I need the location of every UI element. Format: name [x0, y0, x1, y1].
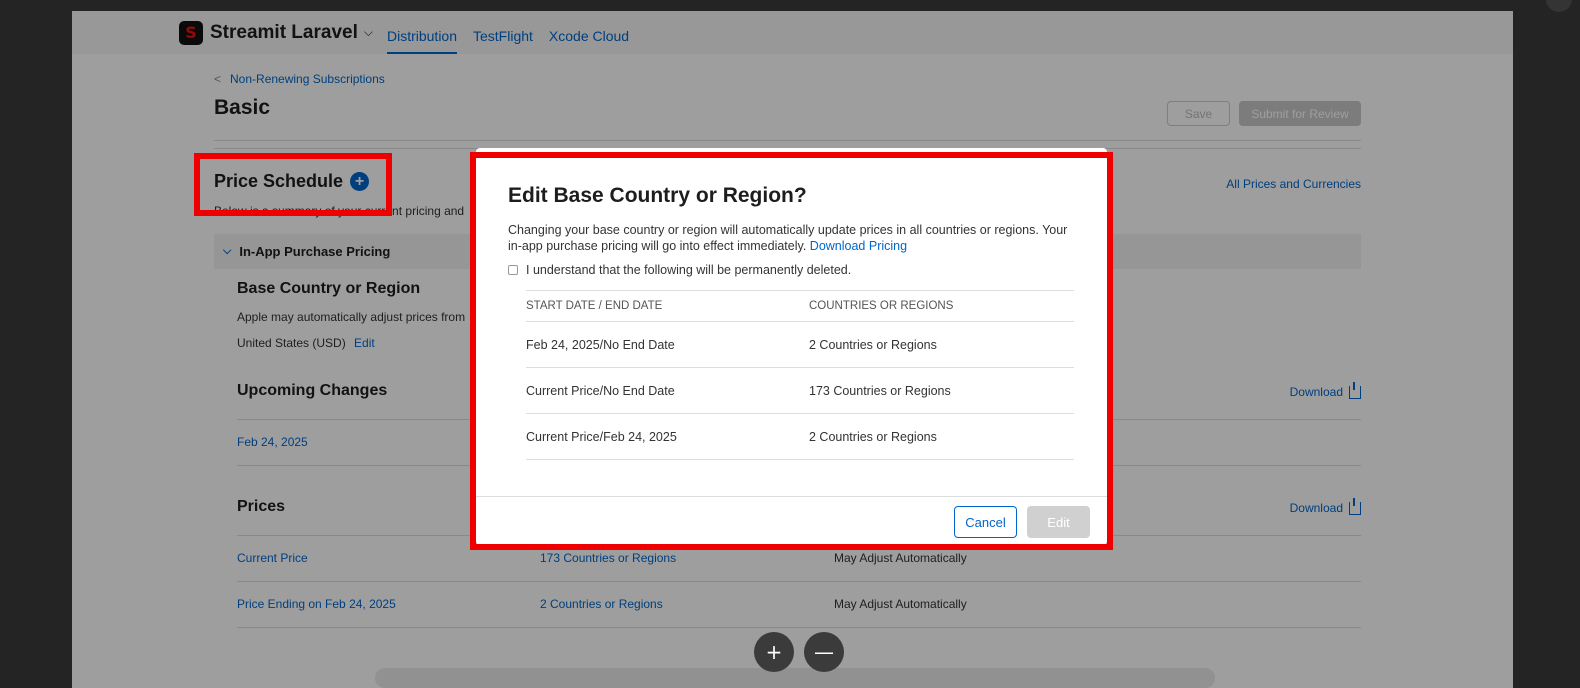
zoom-in-button[interactable]: + [754, 632, 794, 672]
highlight-box [194, 153, 392, 216]
bottom-bar [375, 668, 1215, 688]
highlight-box [470, 152, 1113, 550]
zoom-out-button[interactable]: — [804, 632, 844, 672]
